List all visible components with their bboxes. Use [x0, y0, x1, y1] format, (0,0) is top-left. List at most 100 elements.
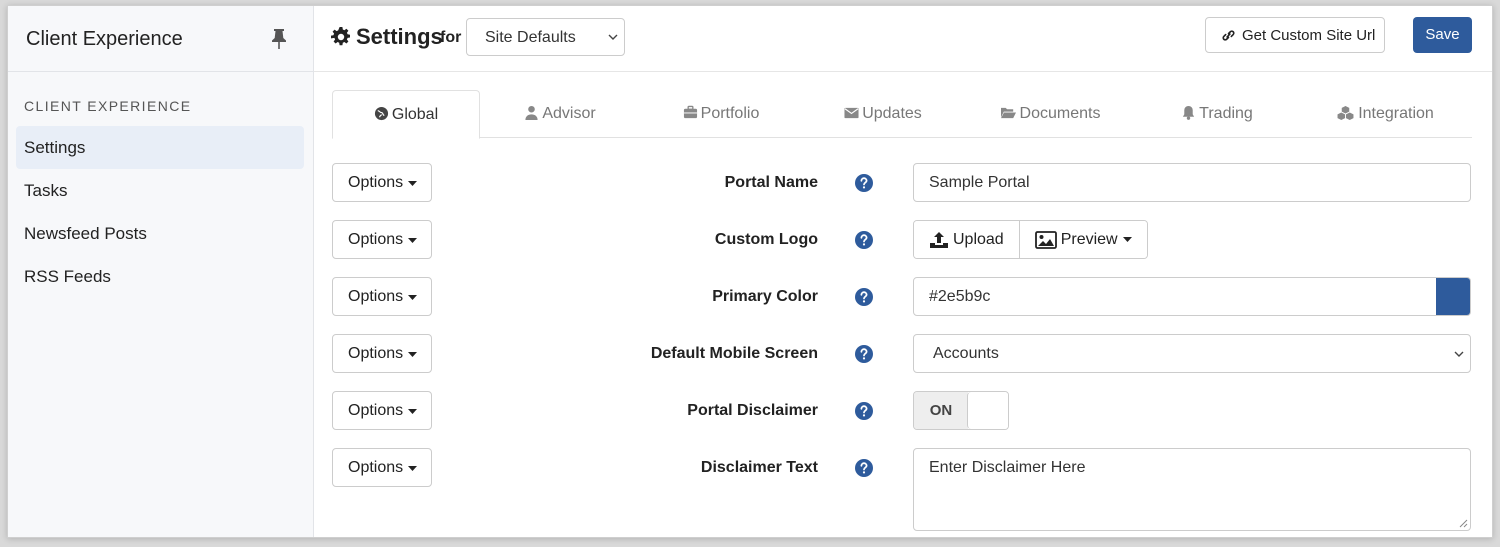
tab-trading[interactable]: Trading [1136, 90, 1298, 138]
app-window: Client Experience CLIENT EXPERIENCE Sett… [7, 5, 1493, 538]
tab-portfolio[interactable]: Portfolio [640, 90, 802, 138]
link-icon [1222, 30, 1235, 41]
disclaimer-text-label: Disclaimer Text [700, 459, 818, 476]
options-dropdown-button[interactable]: Options [332, 391, 432, 430]
upload-label: Upload [953, 231, 1004, 248]
top-bar: Settings for Site Defaults Get Custom Si… [314, 6, 1492, 72]
tab-label: Updates [862, 105, 922, 122]
sidebar-section-label: CLIENT EXPERIENCE [24, 98, 192, 114]
sidebar-item-newsfeed-posts[interactable]: Newsfeed Posts [16, 212, 304, 255]
toggle-knob[interactable] [967, 392, 1008, 429]
tab-label: Global [391, 106, 439, 123]
options-label: Options [348, 345, 404, 362]
sidebar-item-tasks[interactable]: Tasks [16, 169, 304, 212]
options-dropdown-button[interactable]: Options [332, 220, 432, 259]
caret-down-icon [408, 181, 417, 186]
briefcase-icon [683, 105, 697, 119]
tab-advisor[interactable]: Advisor [480, 90, 640, 138]
options-label: Options [348, 174, 404, 191]
setting-row-disclaimer-text: Options Disclaimer Text Enter Disclaimer… [332, 448, 1472, 531]
disclaimer-text-area[interactable]: Enter Disclaimer Here [913, 448, 1471, 531]
save-button[interactable]: Save [1413, 17, 1472, 53]
sidebar: Client Experience CLIENT EXPERIENCE Sett… [8, 6, 314, 537]
setting-row-primary-color: Options Primary Color #2e5b9c [332, 277, 1472, 317]
pin-icon[interactable] [271, 28, 287, 50]
tab-global[interactable]: Global [332, 90, 480, 139]
options-dropdown-button[interactable]: Options [332, 277, 432, 316]
caret-down-icon [408, 466, 417, 471]
site-select[interactable]: Site Defaults [466, 18, 625, 56]
sidebar-item-settings[interactable]: Settings [16, 126, 304, 169]
primary-color-swatch[interactable] [1436, 278, 1470, 315]
tab-label: Integration [1358, 105, 1434, 122]
default-mobile-screen-value: Accounts [933, 345, 999, 362]
folder-open-icon [1000, 107, 1016, 119]
question-circle-icon[interactable] [855, 345, 873, 363]
default-mobile-screen-select[interactable]: Accounts [913, 334, 1471, 373]
user-icon [525, 105, 538, 120]
envelope-icon [844, 107, 859, 119]
tab-updates[interactable]: Updates [802, 90, 964, 138]
primary-color-input[interactable]: #2e5b9c [913, 277, 1471, 316]
options-dropdown-button[interactable]: Options [332, 334, 432, 373]
portal-disclaimer-control: ON [913, 391, 1009, 430]
options-label: Options [348, 231, 404, 248]
options-label: Options [348, 288, 404, 305]
caret-down-icon [408, 295, 417, 300]
primary-color-control: #2e5b9c [913, 277, 1471, 316]
title-for-label: for [440, 29, 462, 46]
cubes-icon [1337, 105, 1354, 120]
default-mobile-screen-label: Default Mobile Screen [650, 345, 818, 362]
question-circle-icon[interactable] [855, 402, 873, 420]
portal-name-control: Sample Portal [913, 163, 1471, 202]
portal-name-input[interactable]: Sample Portal [913, 163, 1471, 202]
tab-documents[interactable]: Documents [964, 90, 1136, 138]
upload-button[interactable]: Upload [914, 221, 1019, 258]
site-select-value: Site Defaults [485, 29, 576, 46]
caret-down-icon [1122, 237, 1132, 242]
toggle-on-label: ON [914, 392, 968, 429]
custom-logo-control: Upload Preview [913, 220, 1148, 259]
preview-label: Preview [1060, 231, 1118, 248]
caret-down-icon [408, 238, 417, 243]
sidebar-title: Client Experience [26, 28, 183, 50]
gear-icon [331, 27, 350, 46]
chevron-down-icon [1454, 351, 1464, 357]
caret-down-icon [408, 352, 417, 357]
default-mobile-screen-control: Accounts [913, 334, 1471, 373]
get-custom-site-url-label: Get Custom Site Url [1242, 27, 1376, 44]
get-custom-site-url-button[interactable]: Get Custom Site Url [1205, 17, 1385, 53]
portal-name-label: Portal Name [724, 174, 818, 191]
chevron-down-icon [608, 34, 618, 40]
sidebar-header: Client Experience [8, 6, 313, 72]
tab-label: Advisor [542, 105, 596, 122]
resize-handle-icon[interactable] [1459, 519, 1468, 528]
custom-logo-button-group: Upload Preview [913, 220, 1148, 259]
settings-tabs: Global Advisor Portfolio Updates Documen… [332, 90, 1472, 139]
setting-row-portal-disclaimer: Options Portal Disclaimer ON [332, 391, 1472, 431]
question-circle-icon[interactable] [855, 459, 873, 477]
tab-label: Trading [1199, 105, 1253, 122]
portal-disclaimer-toggle[interactable]: ON [913, 391, 1009, 430]
custom-logo-label: Custom Logo [714, 231, 818, 248]
options-label: Options [348, 402, 404, 419]
primary-color-label: Primary Color [712, 288, 818, 305]
tab-integration[interactable]: Integration [1298, 90, 1472, 138]
globe-icon [374, 106, 388, 121]
sidebar-item-rss-feeds[interactable]: RSS Feeds [16, 255, 304, 298]
question-circle-icon[interactable] [855, 231, 873, 249]
setting-row-default-mobile-screen: Options Default Mobile Screen Accounts [332, 334, 1472, 374]
question-circle-icon[interactable] [855, 288, 873, 306]
options-dropdown-button[interactable]: Options [332, 163, 432, 202]
tab-label: Documents [1019, 105, 1101, 122]
tab-label: Portfolio [700, 105, 760, 122]
upload-icon [930, 231, 948, 248]
primary-color-value: #2e5b9c [929, 288, 991, 305]
question-circle-icon[interactable] [855, 174, 873, 192]
portal-disclaimer-label: Portal Disclaimer [687, 402, 818, 419]
preview-dropdown-button[interactable]: Preview [1018, 221, 1147, 258]
options-dropdown-button[interactable]: Options [332, 448, 432, 487]
page-title: Settings [356, 24, 443, 49]
sidebar-nav: Settings Tasks Newsfeed Posts RSS Feeds [16, 126, 304, 298]
options-label: Options [348, 459, 404, 476]
